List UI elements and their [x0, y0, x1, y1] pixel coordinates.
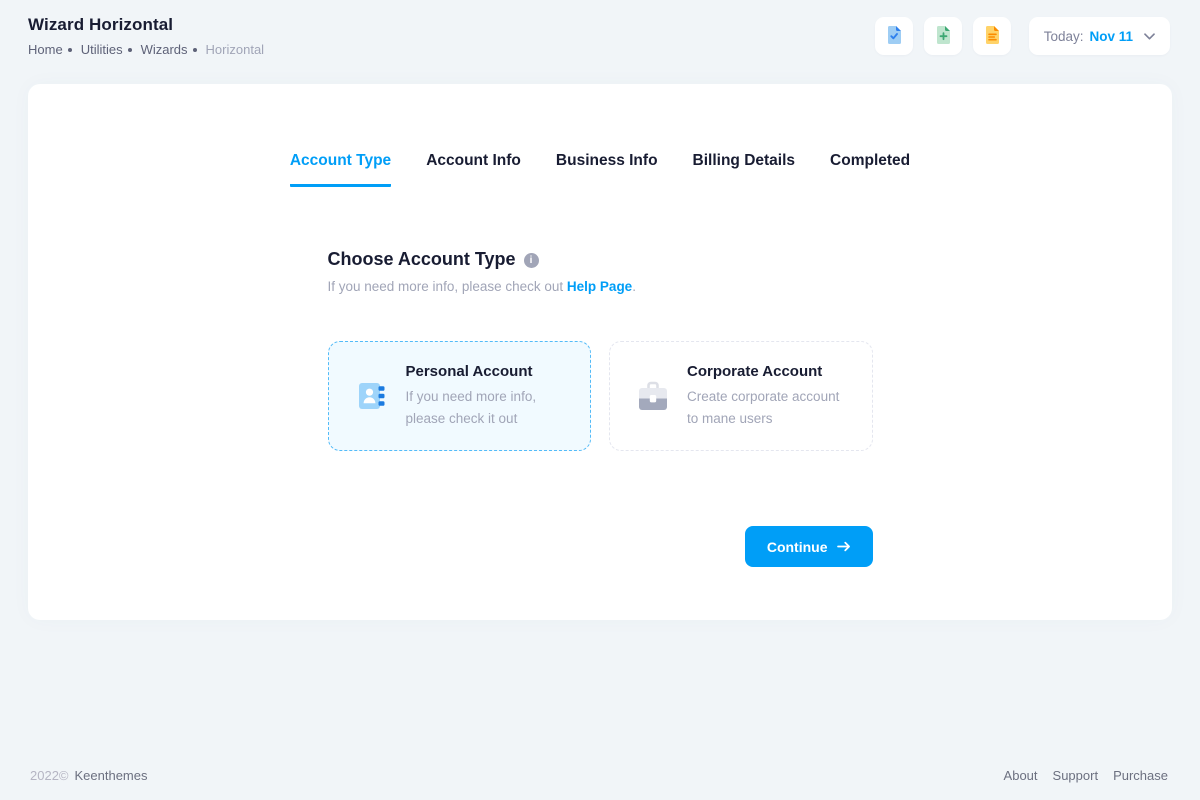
keenthemes-link[interactable]: Keenthemes [75, 768, 148, 783]
file-check-icon [884, 25, 904, 48]
option-title: Personal Account [406, 363, 571, 380]
date-value: Nov 11 [1089, 29, 1133, 44]
file-check-button[interactable] [875, 17, 913, 55]
option-corporate-account[interactable]: Corporate Account Create corporate accou… [609, 341, 873, 451]
arrow-right-icon [837, 539, 851, 555]
header-actions: Today: Nov 11 [875, 17, 1170, 55]
help-page-link[interactable]: Help Page [567, 279, 632, 294]
option-text: Corporate Account Create corporate accou… [687, 363, 852, 429]
file-text-button[interactable] [973, 17, 1011, 55]
footer-links: About Support Purchase [1004, 768, 1168, 783]
wizard-steps: Account Type Account Info Business Info … [28, 84, 1172, 187]
page-footer: 2022© Keenthemes About Support Purchase [0, 750, 1200, 800]
footer-link-purchase[interactable]: Purchase [1113, 768, 1168, 783]
option-description: Create corporate account to mane users [687, 386, 852, 429]
page-header: Wizard Horizontal Home Utilities Wizards… [0, 0, 1200, 72]
chevron-down-icon [1144, 33, 1155, 40]
copyright-text: 2022© [30, 768, 69, 783]
file-text-icon [982, 25, 1002, 48]
option-text: Personal Account If you need more info, … [406, 363, 571, 429]
date-label: Today: [1044, 29, 1084, 44]
step-subtitle: If you need more info, please check out … [328, 279, 873, 294]
option-description: If you need more info, please check it o… [406, 386, 571, 429]
breadcrumb-utilities[interactable]: Utilities [81, 42, 123, 57]
tab-account-type[interactable]: Account Type [290, 152, 391, 187]
subtitle-text: If you need more info, please check out [328, 279, 564, 294]
breadcrumb-separator [193, 48, 197, 52]
briefcase-icon [635, 381, 671, 412]
breadcrumb-current: Horizontal [206, 42, 265, 57]
subtitle-suffix: . [632, 279, 636, 294]
breadcrumb-home[interactable]: Home [28, 42, 63, 57]
tab-account-info[interactable]: Account Info [426, 152, 521, 187]
breadcrumb-wizards[interactable]: Wizards [141, 42, 188, 57]
step-title: Choose Account Type [328, 249, 516, 270]
continue-button[interactable]: Continue [745, 526, 873, 567]
continue-label: Continue [767, 539, 828, 555]
breadcrumb-separator [68, 48, 72, 52]
info-icon[interactable]: i [524, 253, 539, 268]
breadcrumb: Home Utilities Wizards Horizontal [28, 42, 264, 57]
account-type-options: Personal Account If you need more info, … [328, 341, 873, 451]
wizard-step-content: Choose Account Type i If you need more i… [328, 249, 873, 567]
footer-link-support[interactable]: Support [1053, 768, 1099, 783]
footer-link-about[interactable]: About [1004, 768, 1038, 783]
wizard-card: Account Type Account Info Business Info … [28, 84, 1172, 620]
tab-business-info[interactable]: Business Info [556, 152, 658, 187]
tab-completed[interactable]: Completed [830, 152, 910, 187]
address-book-icon [354, 380, 390, 412]
tab-billing-details[interactable]: Billing Details [693, 152, 796, 187]
breadcrumb-separator [128, 48, 132, 52]
option-personal-account[interactable]: Personal Account If you need more info, … [328, 341, 592, 451]
page-heading: Wizard Horizontal Home Utilities Wizards… [28, 15, 264, 57]
option-title: Corporate Account [687, 363, 852, 380]
page-title: Wizard Horizontal [28, 15, 264, 35]
file-plus-icon [933, 25, 953, 48]
file-plus-button[interactable] [924, 17, 962, 55]
date-picker-button[interactable]: Today: Nov 11 [1029, 17, 1170, 55]
